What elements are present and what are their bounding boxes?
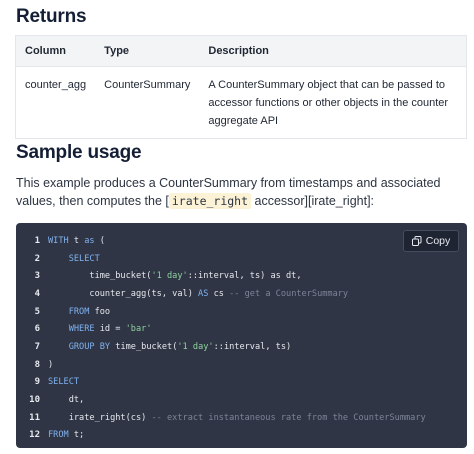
cell-column: counter_agg [16,65,96,138]
code-text: FROM t; [40,430,84,440]
code-token: counter_agg(ts, val) [48,288,199,299]
code-line: 9 SELECT [16,374,467,392]
code-block: Copy 1 WITH t as (2 SELECT 3 time_bucket('… [16,223,467,448]
cell-type: CounterSummary [95,65,200,138]
code-token: '1 day' [151,271,188,282]
code-token: -- extract instantaneous rate from the C… [151,412,426,423]
line-number: 3 [34,271,40,282]
line-number: 2 [34,253,40,264]
table-row: counter_agg CounterSummary A CounterSumm… [16,65,466,138]
code-text: SELECT [40,377,79,387]
code-line: 1 WITH t as ( [16,232,467,250]
code-line: 7 GROUP BY time_bucket('1 day'::interval… [16,338,467,356]
code-token: irate_right(cs) [48,412,152,423]
code-text: time_bucket('1 day'::interval, ts) as dt… [40,271,302,282]
code-token: FROM [48,430,69,441]
code-text: counter_agg(ts, val) AS cs -- get a Coun… [40,289,348,299]
code-line: 12 FROM t; [16,427,467,445]
code-token: time_bucket( [48,271,152,282]
code-token: ::interval, ts) [213,341,292,352]
code-token: WITH [48,235,69,246]
code-token: ) [48,359,54,370]
code-lines: 1 WITH t as (2 SELECT 3 time_bucket('1 day… [16,232,467,444]
sample-usage-heading: Sample usage [16,142,142,163]
code-token: AS [198,288,209,299]
line-number: 12 [29,430,40,441]
code-token: dt, [48,395,85,406]
code-text: SELECT [40,254,100,264]
code-token: ( [94,235,105,246]
line-number: 10 [29,395,40,406]
code-text: GROUP BY time_bucket('1 day'::interval, … [40,341,292,352]
code-token: SELECT [68,253,100,264]
code-token: 'bar' [125,324,152,335]
code-line: 10 dt, [16,391,467,409]
code-token: GROUP BY [68,341,111,352]
line-number: 8 [34,359,40,370]
inline-code-irate-right: irate_right [168,193,252,209]
code-line: 8) [16,356,467,374]
code-token: time_bucket( [110,341,178,352]
returns-table: Column Type Description counter_agg Coun… [15,35,467,139]
line-number: 7 [34,341,40,352]
code-token: SELECT [48,377,80,388]
code-text: dt, [40,395,85,406]
code-line: 4 counter_agg(ts, val) AS cs -- get a Co… [16,285,467,303]
code-line: 5 FROM foo [16,303,467,321]
line-number: 6 [34,324,40,335]
code-token: '1 day' [177,341,214,352]
usage-intro-paragraph: This example produces a CounterSummary f… [16,174,466,210]
code-token: foo [89,306,111,317]
table-header-row: Column Type Description [16,36,466,66]
column-header-type: Type [104,44,130,57]
line-number: 9 [34,377,40,388]
code-text: WITH t as ( [40,236,105,246]
code-line: 6 WHERE id = 'bar' [16,320,467,338]
cell-description: A CounterSummary object that can be pass… [199,65,466,138]
code-token: -- get a CounterSummary [229,288,349,299]
code-token: cs [208,288,230,299]
code-line: 2 SELECT [16,250,467,268]
intro-text-end: accessor][irate_right]: [251,194,375,208]
returns-heading: Returns [16,6,87,27]
code-token: as [84,235,95,246]
code-line: 3 time_bucket('1 day'::interval, ts) as … [16,267,467,285]
code-token: ::interval, ts) as dt, [187,271,302,282]
line-number: 1 [34,235,40,246]
code-token: WHERE [68,324,95,335]
column-header-column: Column [25,44,66,57]
code-token: t; [68,430,85,441]
column-header-description: Description [208,44,269,57]
code-text: FROM foo [40,307,110,317]
line-number: 11 [29,412,40,423]
code-token: FROM [68,306,90,317]
line-number: 4 [34,288,40,299]
code-token: id = [94,324,126,335]
code-text: ) [40,360,53,370]
code-token: t [68,235,85,246]
code-line: 11 irate_right(cs) -- extract instantane… [16,409,467,427]
code-text: WHERE id = 'bar' [40,324,152,334]
code-text: irate_right(cs) -- extract instantaneous… [40,413,426,423]
line-number: 5 [34,306,40,317]
